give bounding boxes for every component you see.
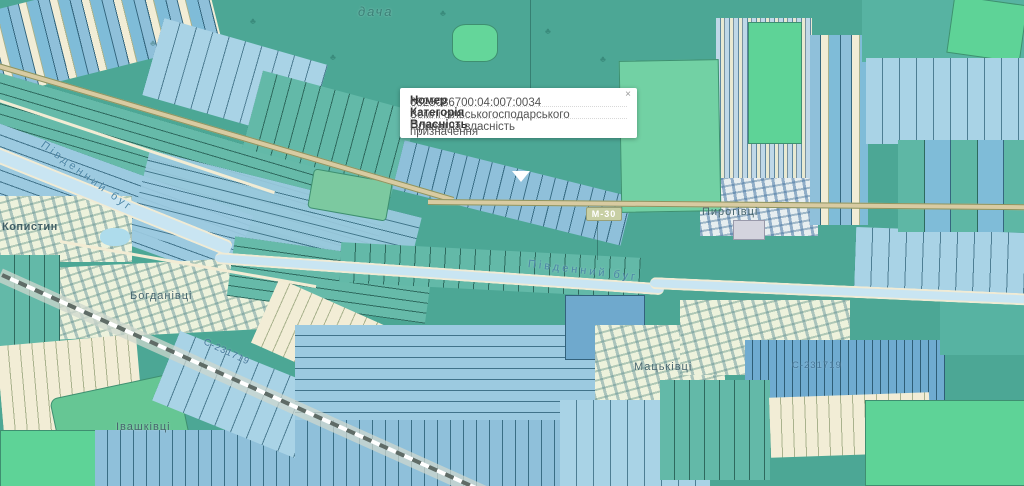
cemetery-block bbox=[733, 220, 765, 240]
settlement-label-matskivtsi: Мацьківці bbox=[634, 361, 692, 373]
cadastral-map-canvas[interactable]: М-30 ♣ ♣ ♣ ♣ ♣ ♣ дача Південний буг Півд… bbox=[0, 0, 1024, 486]
forest-area-label: дача bbox=[358, 4, 394, 19]
parcel-strip-block bbox=[810, 35, 868, 225]
forest-symbol-icon: ♣ bbox=[600, 54, 606, 64]
parcel-strip-block bbox=[660, 380, 770, 480]
parcel-green-patch bbox=[946, 0, 1024, 63]
popup-row-value: Приватна власність bbox=[410, 119, 515, 136]
parcel-green-patch bbox=[452, 24, 498, 62]
boundary-line bbox=[530, 0, 531, 90]
settlement-label-ivashkivtsi: Івашківці bbox=[116, 421, 171, 433]
forest-symbol-icon: ♣ bbox=[150, 38, 156, 48]
settlement-label-bohdanivtsi: Богданівці bbox=[130, 290, 193, 302]
popup-row-category: Категорія Землі сільськогосподарського п… bbox=[410, 107, 627, 119]
road-shield-m30: М-30 bbox=[586, 207, 622, 221]
settlement-label-pyrohivtsi: Пирогівці bbox=[702, 206, 758, 218]
forest-symbol-icon: ♣ bbox=[250, 16, 256, 26]
forest-symbol-icon: ♣ bbox=[330, 52, 336, 62]
forest-symbol-icon: ♣ bbox=[440, 8, 446, 18]
parcel-strip-block bbox=[898, 140, 1024, 232]
pond bbox=[100, 228, 130, 246]
parcel-green-patch bbox=[748, 22, 802, 144]
road-label-c231719: С-231719 bbox=[792, 360, 842, 371]
popup-pointer bbox=[512, 171, 530, 182]
parcel-strip-block bbox=[866, 58, 1024, 144]
parcel-green-patch bbox=[865, 400, 1024, 486]
parcel-info-popup: × Номер 6825086700:04:007:0034 Категорія… bbox=[400, 88, 637, 138]
popup-row-ownership: Власність Приватна власність bbox=[410, 119, 627, 130]
settlement-label-kopystyn: Копистин bbox=[2, 221, 58, 233]
forest-symbol-icon: ♣ bbox=[545, 26, 551, 36]
popup-row-number: Номер 6825086700:04:007:0034 bbox=[410, 95, 627, 107]
